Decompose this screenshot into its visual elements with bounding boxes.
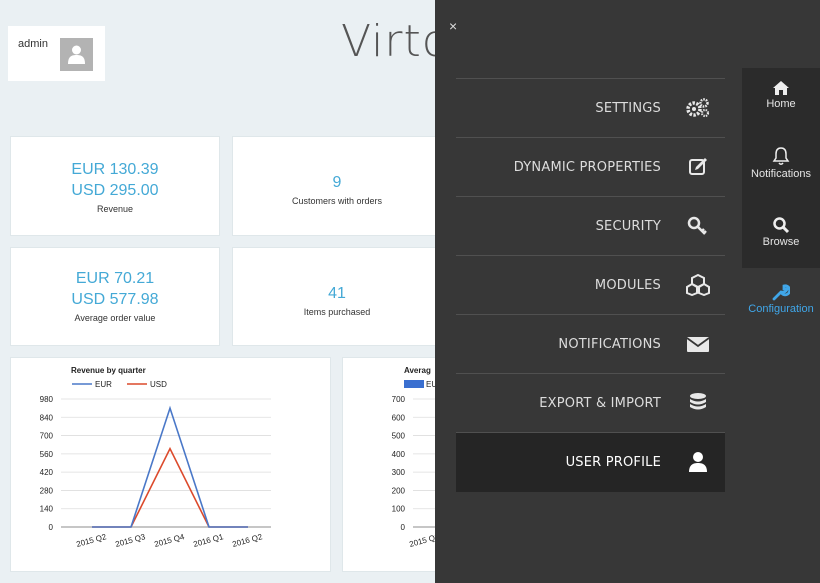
y-tick-label: 700 (40, 432, 54, 441)
revenue-chart: Revenue by quarter EUR USD 0 140 280 420 560 700… (40, 366, 271, 549)
menu-item-label: EXPORT & IMPORT (539, 396, 661, 411)
menu-item-label: SECURITY (595, 219, 661, 234)
legend-label: EUR (95, 380, 112, 389)
avg-order-card: EUR 70.21 USD 577.98 Average order value (10, 247, 220, 346)
y-tick-label: 400 (392, 450, 406, 459)
menu-item-dynamic-properties[interactable]: DYNAMIC PROPERTIES (456, 138, 725, 197)
y-tick-label: 500 (392, 432, 406, 441)
y-tick-label: 280 (40, 486, 54, 495)
home-icon (773, 81, 789, 95)
chart-title: Revenue by quarter (71, 366, 146, 375)
y-tick-label: 200 (392, 486, 406, 495)
config-menu: SETTINGS DYNAMIC PROPERTIES SECURITY MOD… (456, 78, 725, 492)
user-box[interactable]: admin (8, 26, 105, 81)
nav-home-label: Home (766, 98, 796, 110)
menu-item-security[interactable]: SECURITY (456, 197, 725, 256)
customers-label: Customers with orders (291, 196, 383, 206)
nav-notifications-label: Notifications (751, 168, 811, 180)
bell-icon (772, 147, 790, 165)
database-icon (690, 393, 706, 410)
legend-label: USD (150, 380, 167, 389)
y-tick-label: 840 (40, 413, 54, 422)
close-icon[interactable]: × (449, 18, 457, 34)
nav-home[interactable]: Home (742, 80, 820, 147)
revenue-chart-card: Revenue by quarter EUR USD 0 140 280 420 560 700… (10, 357, 331, 572)
y-tick-label: 420 (40, 468, 54, 477)
envelope-icon (686, 337, 710, 352)
menu-item-user-profile[interactable]: USER PROFILE (456, 433, 725, 492)
menu-item-label: NOTIFICATIONS (558, 337, 661, 352)
x-tick-label: 2015 Q4 (153, 532, 186, 549)
x-tick-label: 2016 Q1 (192, 532, 225, 549)
wrench-icon (772, 284, 790, 301)
y-tick-label: 980 (40, 395, 54, 404)
y-tick-label: 140 (40, 505, 54, 514)
y-tick-label: 300 (392, 468, 406, 477)
customers-card: 9 Customers with orders (232, 136, 442, 236)
x-tick-label: 2016 Q2 (231, 532, 264, 549)
menu-item-label: MODULES (594, 278, 661, 293)
y-tick-label: 100 (392, 505, 406, 514)
y-tick-label: 0 (49, 523, 54, 532)
menu-item-label: USER PROFILE (565, 455, 661, 470)
items-card: 41 Items purchased (232, 247, 442, 346)
nav-notifications[interactable]: Notifications (742, 147, 820, 214)
y-tick-label: 700 (392, 395, 406, 404)
revenue-label: Revenue (96, 204, 134, 214)
x-tick-label: 2015 Q3 (114, 532, 147, 549)
menu-item-label: SETTINGS (595, 101, 661, 116)
revenue-usd: USD 295.00 (71, 182, 159, 199)
cubes-icon (686, 274, 710, 296)
items-value: 41 (328, 285, 346, 302)
user-name: admin (18, 38, 48, 50)
nav-browse-label: Browse (762, 236, 800, 248)
y-tick-label: 600 (392, 413, 406, 422)
menu-item-notifications[interactable]: NOTIFICATIONS (456, 315, 725, 374)
x-tick-label: 2015 Q2 (75, 532, 108, 549)
avg-order-label: Average order value (74, 313, 156, 323)
avg-order-usd: USD 577.98 (71, 291, 159, 308)
edit-icon (689, 158, 707, 175)
user-icon (689, 452, 707, 472)
avg-order-eur: EUR 70.21 (75, 270, 155, 287)
customers-value: 9 (332, 174, 342, 191)
menu-item-settings[interactable]: SETTINGS (456, 79, 725, 138)
legend-swatch (404, 380, 424, 388)
avatar[interactable] (60, 38, 93, 71)
y-tick-label: 0 (401, 523, 406, 532)
configuration-panel: × SETTINGS DYNAMIC PROPERTIES SECURITY M… (435, 0, 820, 583)
gears-icon (686, 98, 710, 118)
series-line (92, 446, 248, 528)
key-icon (687, 216, 707, 235)
search-icon (773, 217, 790, 234)
nav-browse[interactable]: Browse (742, 216, 820, 283)
chart-title: Averag (404, 366, 431, 375)
menu-item-label: DYNAMIC PROPERTIES (513, 160, 661, 175)
y-tick-label: 560 (40, 450, 54, 459)
avatar-user-icon (68, 45, 85, 64)
revenue-eur: EUR 130.39 (71, 161, 159, 178)
items-label: Items purchased (303, 307, 371, 317)
series-line (92, 405, 248, 528)
menu-item-export-import[interactable]: EXPORT & IMPORT (456, 374, 725, 433)
brand-title: Virto (341, 16, 450, 67)
nav-configuration-label: Configuration (748, 303, 814, 315)
revenue-card: EUR 130.39 USD 295.00 Revenue (10, 136, 220, 236)
menu-item-modules[interactable]: MODULES (456, 256, 725, 315)
nav-configuration[interactable]: Configuration (742, 283, 820, 350)
